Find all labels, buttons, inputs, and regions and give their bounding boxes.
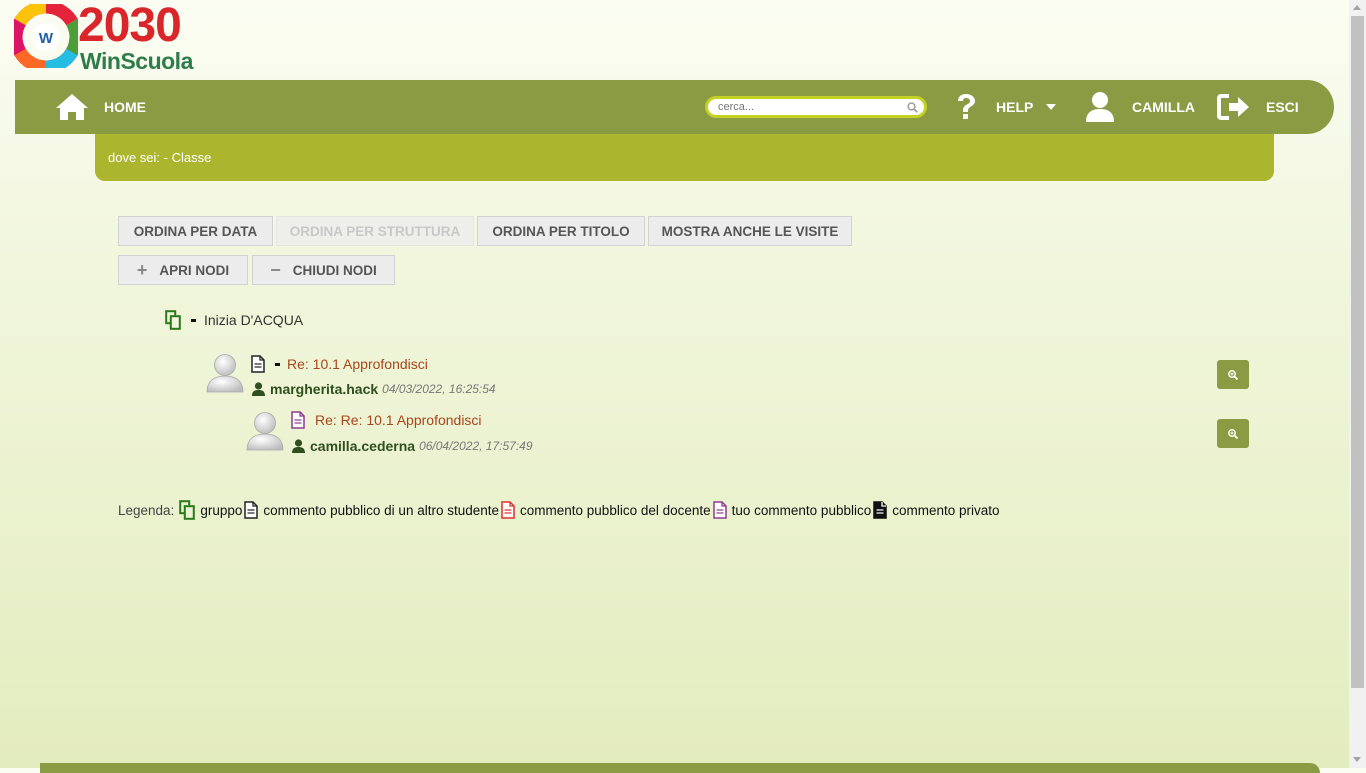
- post-meta: margherita.hack 04/03/2022, 16:25:54: [252, 381, 496, 397]
- avatar: [246, 412, 284, 451]
- close-nodes-label: CHIUDI NODI: [292, 262, 377, 278]
- minus-icon: −: [270, 259, 281, 280]
- main-navbar: HOME HELP CAMILLA ESCI: [15, 80, 1334, 134]
- nav-logout[interactable]: ESCI: [1217, 80, 1299, 134]
- tree-root-node[interactable]: Inizia D'ACQUA: [165, 310, 303, 330]
- plus-icon: +: [136, 259, 148, 280]
- own-comment-icon: [712, 501, 727, 519]
- post-date: 06/04/2022, 17:57:49: [419, 439, 533, 453]
- search-input[interactable]: [718, 100, 898, 114]
- post-title-link[interactable]: Re: Re: 10.1 Approfondisci: [291, 411, 482, 429]
- post-date: 04/03/2022, 16:25:54: [382, 382, 496, 396]
- open-nodes-label: APRI NODI: [159, 262, 230, 278]
- tree-root-title: Inizia D'ACQUA: [204, 312, 304, 328]
- student-comment-icon: [251, 355, 265, 373]
- close-nodes-button[interactable]: − CHIUDI NODI: [252, 255, 395, 285]
- open-nodes-button[interactable]: + APRI NODI: [118, 255, 248, 285]
- scrollbar-thumb[interactable]: [1351, 16, 1364, 688]
- post-author: camilla.cederna: [310, 438, 416, 454]
- post-title-link[interactable]: Re: 10.1 Approfondisci: [251, 355, 428, 373]
- legend: Legenda: gruppo commento pubblico di un …: [118, 500, 1000, 520]
- legend-item-private-comment: commento privato: [892, 502, 1000, 518]
- scroll-up-arrow-icon[interactable]: [1353, 5, 1361, 10]
- collapse-toggle[interactable]: [191, 318, 196, 322]
- logo-year: 2030: [78, 0, 182, 52]
- sign-out-icon: [1217, 94, 1249, 120]
- scroll-down-arrow-icon[interactable]: [1353, 757, 1361, 762]
- sort-by-structure-button[interactable]: ORDINA PER STRUTTURA: [276, 216, 474, 246]
- breadcrumb-text: dove sei: - Classe: [108, 150, 212, 165]
- svg-text:W: W: [39, 30, 54, 47]
- student-comment-icon: [244, 501, 259, 519]
- legend-item-student-comment: commento pubblico di un altro studente: [263, 502, 500, 518]
- legend-item-teacher-comment: commento pubblico del docente: [520, 502, 711, 518]
- zoom-in-icon: [1228, 428, 1238, 439]
- question-icon: [958, 94, 975, 119]
- sort-by-date-button[interactable]: ORDINA PER DATA: [118, 216, 273, 246]
- zoom-in-icon: [1228, 369, 1238, 380]
- logo-name: WinScuola: [80, 48, 193, 74]
- group-icon: [179, 500, 196, 520]
- post-title: Re: Re: 10.1 Approfondisci: [315, 412, 482, 428]
- nav-user[interactable]: CAMILLA: [1085, 80, 1195, 134]
- user-icon: [252, 382, 265, 396]
- nav-user-label: CAMILLA: [1132, 99, 1195, 115]
- user-icon: [292, 439, 305, 453]
- nav-help[interactable]: HELP: [955, 80, 1057, 134]
- search-box[interactable]: [705, 96, 927, 118]
- nav-logout-label: ESCI: [1266, 99, 1299, 115]
- footer-bar: [40, 763, 1320, 773]
- view-post-button[interactable]: [1217, 419, 1249, 448]
- teacher-comment-icon: [501, 501, 515, 519]
- nav-home-label: HOME: [104, 99, 146, 115]
- legend-label: Legenda:: [118, 502, 175, 518]
- nav-home[interactable]: HOME: [55, 80, 146, 134]
- caret-down-icon: [1046, 104, 1057, 110]
- show-visits-button[interactable]: MOSTRA ANCHE LE VISITE: [648, 216, 852, 246]
- legend-item-own-comment: tuo commento pubblico: [731, 502, 872, 518]
- legend-item-group: gruppo: [200, 502, 243, 518]
- post-author: margherita.hack: [270, 381, 379, 397]
- user-icon: [1086, 92, 1114, 122]
- own-comment-icon: [291, 411, 305, 429]
- home-icon: [56, 94, 88, 120]
- nav-help-label: HELP: [996, 99, 1034, 115]
- collapse-toggle[interactable]: [275, 362, 280, 366]
- view-post-button[interactable]: [1217, 360, 1249, 389]
- group-icon: [165, 310, 181, 330]
- search-icon[interactable]: [907, 102, 918, 113]
- breadcrumb: dove sei: - Classe: [95, 134, 1274, 181]
- winscuola-logo[interactable]: W 2030 WinScuola: [14, 0, 214, 74]
- post-title: Re: 10.1 Approfondisci: [287, 356, 428, 372]
- avatar: [206, 354, 244, 393]
- private-comment-icon: [873, 501, 887, 519]
- sdg-wheel-icon: W: [14, 4, 78, 68]
- page-scrollbar[interactable]: [1349, 0, 1366, 768]
- sort-by-title-button[interactable]: ORDINA PER TITOLO: [477, 216, 645, 246]
- post-meta: camilla.cederna 06/04/2022, 17:57:49: [292, 438, 533, 454]
